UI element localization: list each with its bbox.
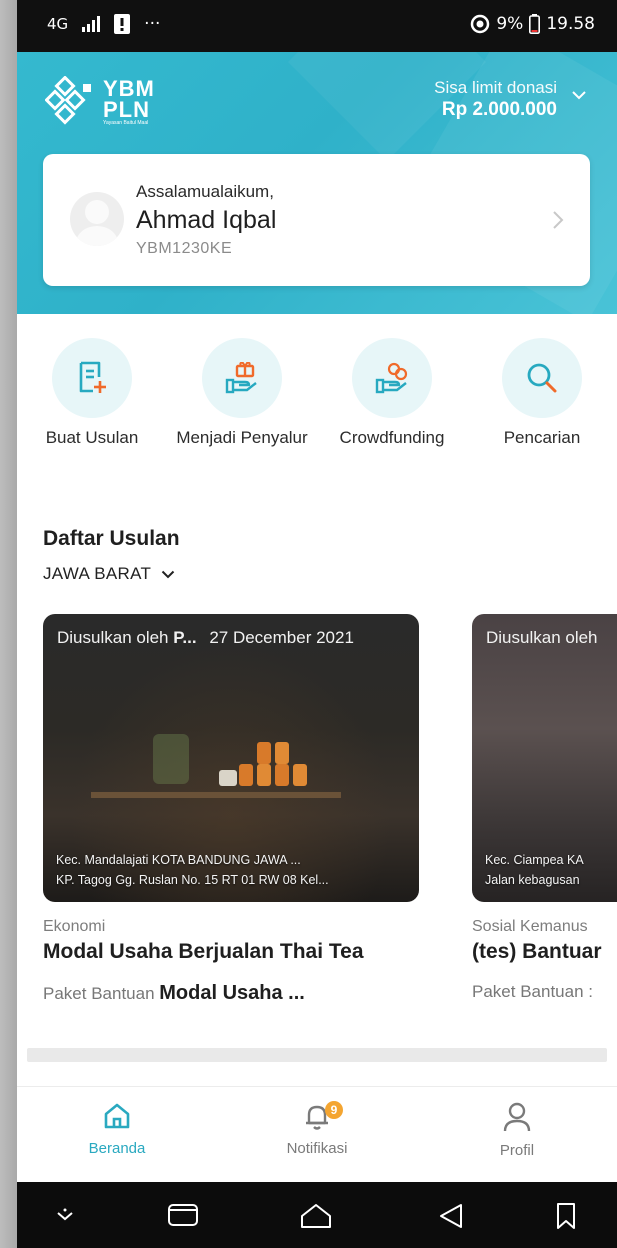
user-code: YBM1230KE xyxy=(136,240,233,257)
menu-label: Menjadi Penyalur xyxy=(176,428,308,447)
proposal-address-1: Kec. Mandalajati KOTA BANDUNG JAWA ... xyxy=(56,853,301,867)
avatar xyxy=(70,192,124,246)
proposal-card[interactable]: Diusulkan oleh P... 27 December 2021 Kec… xyxy=(43,614,419,1005)
nav-label: Profil xyxy=(499,1142,535,1159)
nav-label: Notifikasi xyxy=(286,1140,348,1157)
home-icon xyxy=(104,1103,130,1129)
donation-limit[interactable]: Sisa limit donasi Rp 2.000.000 xyxy=(434,78,557,121)
limit-value: Rp 2.000.000 xyxy=(441,99,557,120)
user-icon xyxy=(503,1102,531,1132)
proposal-address-2: Jalan kebagusan xyxy=(485,873,580,887)
proposal-category: Ekonomi xyxy=(43,918,106,935)
region-selector[interactable]: JAWA BARAT xyxy=(43,564,175,584)
menu-menjadi-penyalur[interactable]: Menjadi Penyalur xyxy=(167,338,317,449)
proposal-meta: Diusulkan oleh xyxy=(486,628,598,647)
quick-menu: Buat Usulan Menjadi Penyalur Crowdfundin… xyxy=(17,338,617,478)
nav-label: Beranda xyxy=(88,1140,146,1157)
bottom-navigation: Beranda 9 Notifikasi Profil xyxy=(17,1086,617,1183)
chevron-right-icon xyxy=(553,211,564,229)
menu-label: Buat Usulan xyxy=(45,428,139,447)
proposal-category: Sosial Kemanus xyxy=(472,918,588,935)
data-saver-icon xyxy=(471,14,490,34)
menu-crowdfunding[interactable]: Crowdfunding xyxy=(317,338,467,449)
proposal-package: Paket Bantuan Modal Usaha ... xyxy=(43,982,305,1004)
device-bezel xyxy=(0,0,17,1248)
menu-pencarian[interactable]: Pencarian xyxy=(467,338,617,449)
user-name: Ahmad Iqbal xyxy=(136,206,277,234)
hand-gift-icon xyxy=(225,362,257,394)
user-card[interactable]: Assalamualaikum, Ahmad Iqbal YBM1230KE xyxy=(43,154,590,286)
proposal-title: (tes) Bantuar xyxy=(472,940,602,963)
chevron-down-icon[interactable] xyxy=(55,1206,75,1226)
proposal-address-1: Kec. Ciampea KA xyxy=(485,853,584,867)
app-header: YBM PLN Yayasan Baitul Maal Sisa limit d… xyxy=(17,52,617,314)
limit-label: Sisa limit donasi xyxy=(434,78,557,97)
hand-coins-icon xyxy=(375,362,408,394)
alert-icon xyxy=(114,14,131,34)
ybm-pln-logo: YBM PLN Yayasan Baitul Maal xyxy=(45,72,175,132)
system-navigation xyxy=(17,1182,617,1248)
home-button-icon[interactable] xyxy=(299,1202,333,1230)
nav-notifikasi[interactable]: 9 Notifikasi xyxy=(247,1101,387,1157)
chevron-down-icon[interactable] xyxy=(571,90,587,100)
back-icon[interactable] xyxy=(437,1202,465,1230)
proposal-title: Modal Usaha Berjualan Thai Tea xyxy=(43,940,364,963)
more-notifications: ··· xyxy=(144,14,161,34)
menu-buat-usulan[interactable]: Buat Usulan xyxy=(17,338,167,449)
section-title: Daftar Usulan xyxy=(43,527,180,550)
battery-percent: 9% xyxy=(496,14,524,34)
menu-label: Crowdfunding xyxy=(339,428,445,447)
region-label: JAWA BARAT xyxy=(43,564,152,583)
signal-icon xyxy=(82,16,101,32)
status-bar: 4G ··· 9% 19.58 xyxy=(17,0,617,52)
nav-beranda[interactable]: Beranda xyxy=(47,1101,187,1157)
section-divider xyxy=(27,1048,607,1062)
phone-screen: 4G ··· 9% 19.58 YBM PLN Yayasan Baitul M… xyxy=(17,0,617,1248)
proposal-meta: Diusulkan oleh P... 27 December 2021 xyxy=(57,628,354,647)
recent-apps-icon[interactable] xyxy=(167,1202,199,1228)
search-icon xyxy=(527,363,557,393)
nav-profil[interactable]: Profil xyxy=(447,1101,587,1159)
document-add-icon xyxy=(79,361,106,393)
bookmark-icon[interactable] xyxy=(555,1202,577,1230)
network-type: 4G xyxy=(47,15,69,33)
proposal-photo: Diusulkan oleh P... 27 December 2021 Kec… xyxy=(43,614,419,902)
clock: 19.58 xyxy=(546,14,595,34)
chevron-down-icon xyxy=(161,570,175,578)
menu-label: Pencarian xyxy=(503,428,581,447)
notification-badge: 9 xyxy=(325,1101,343,1119)
proposal-address-2: KP. Tagog Gg. Ruslan No. 15 RT 01 RW 08 … xyxy=(56,873,329,887)
logo-mark-icon xyxy=(45,76,91,125)
battery-icon xyxy=(529,14,541,34)
proposal-photo: Diusulkan oleh Kec. Ciampea KA Jalan keb… xyxy=(472,614,617,902)
proposal-card[interactable]: Diusulkan oleh Kec. Ciampea KA Jalan keb… xyxy=(472,614,617,1002)
greeting: Assalamualaikum, xyxy=(136,182,274,201)
proposal-package: Paket Bantuan : xyxy=(472,982,593,1001)
